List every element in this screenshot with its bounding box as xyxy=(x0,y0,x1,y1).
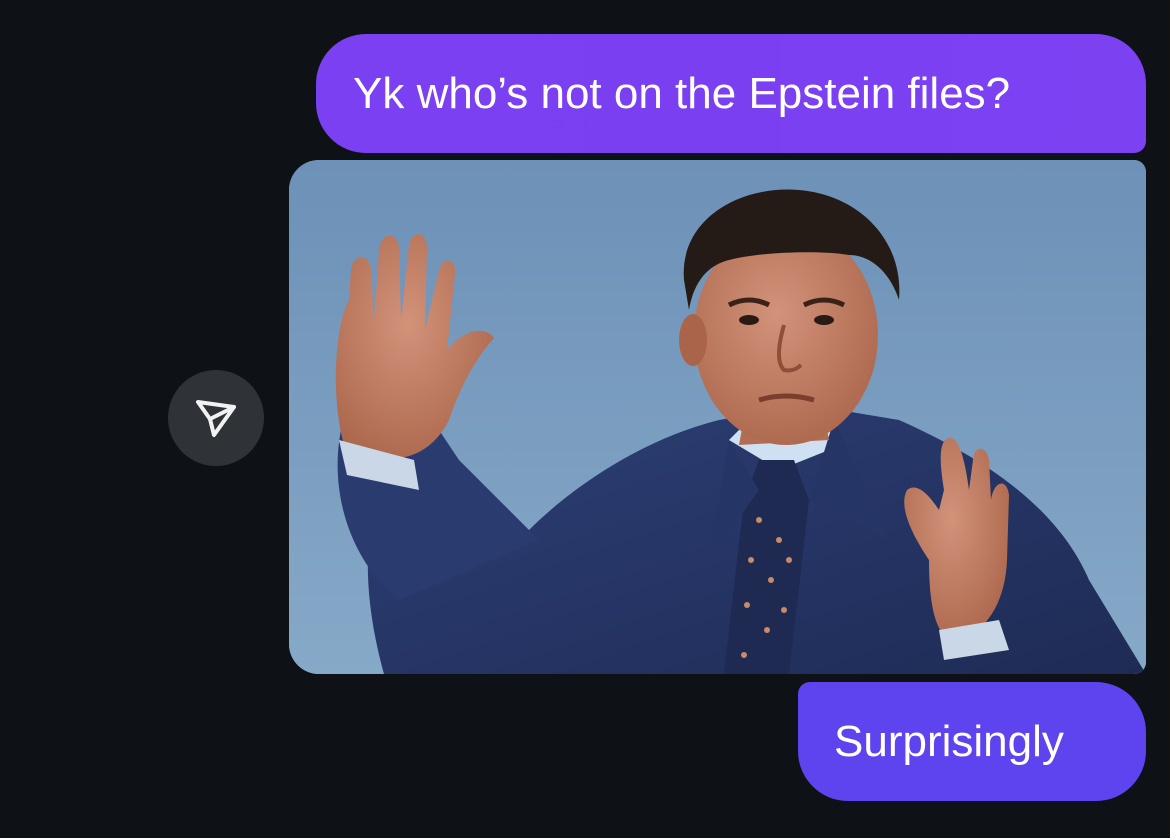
message-thread: Yk who’s not on the Epstein files? Surpr… xyxy=(0,0,1170,838)
message-text: Surprisingly xyxy=(834,716,1064,766)
photo-content xyxy=(289,160,1146,674)
message-bubble-outgoing[interactable]: Surprisingly xyxy=(798,682,1146,801)
forward-button[interactable] xyxy=(168,370,264,466)
send-forward-icon xyxy=(196,400,236,437)
message-text: Yk who’s not on the Epstein files? xyxy=(353,68,1011,118)
image-attachment[interactable] xyxy=(289,160,1146,674)
message-bubble-outgoing[interactable]: Yk who’s not on the Epstein files? xyxy=(316,34,1146,153)
